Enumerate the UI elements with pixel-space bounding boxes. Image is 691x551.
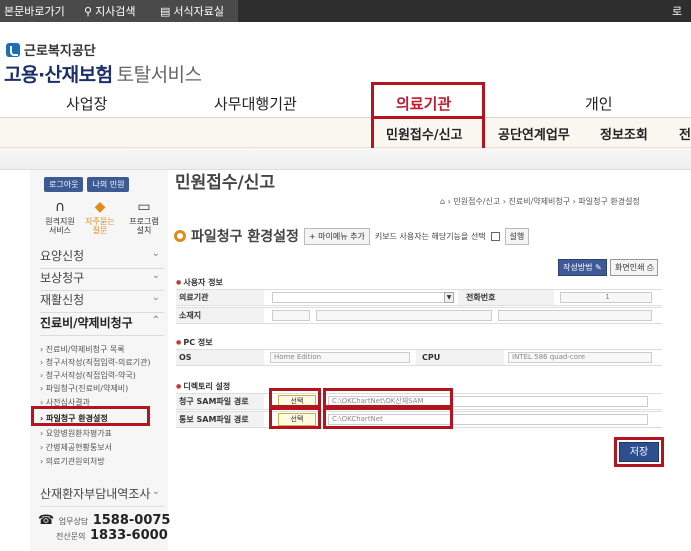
highlight-box-settings-menu <box>31 406 150 426</box>
pencil-icon: ✎ <box>595 263 602 272</box>
highlight-box-save <box>614 437 664 467</box>
submenu-claim-hospital[interactable]: › 청구서작성(직접입력-의료기관) <box>40 357 151 368</box>
forms-room-link[interactable]: ▤ 서식자료실 <box>160 3 224 19</box>
label-phone: 전화번호 <box>458 290 554 305</box>
label-address: 소재지 <box>176 308 264 323</box>
submenu-care-report[interactable]: › 간병제공현황통보서 <box>40 442 112 453</box>
sub-navigation: 민원접수/신고 공단연계업무 정보조회 전 <box>0 118 691 148</box>
zip-field[interactable] <box>272 310 310 321</box>
chevron-down-icon: ⌄ <box>151 270 160 281</box>
label-cpu: CPU <box>416 350 504 365</box>
contact-info: ☎ 업무상담 1588-0075 전산문의 1833-6000 <box>38 513 171 543</box>
submenu-outpatient-rx[interactable]: › 의료기관원외처방 <box>40 456 105 467</box>
nav-workplace[interactable]: 사업장 <box>66 93 107 114</box>
os-field: Home Edition <box>270 352 410 363</box>
label-medical-institution: 의료기관 <box>176 290 264 305</box>
row-medical-institution: 의료기관 ▼ 전화번호 1 <box>176 289 662 306</box>
skip-to-content-link[interactable]: 본문바로가기 <box>4 3 65 19</box>
page-title: 파일청구 환경설정 <box>191 229 299 245</box>
section-directory: 디렉토리 설정 <box>176 381 230 392</box>
menu-rehab-application[interactable]: 재활신청 ⌄ <box>40 291 164 313</box>
label-notice-path: 통보 SAM파일 경로 <box>176 412 264 427</box>
section-user-info: 사용자 정보 <box>176 277 223 288</box>
row-pc-info: OS Home Edition CPU INTEL 586 quad-core <box>176 349 662 366</box>
document-icon: ▤ <box>160 4 171 18</box>
menu-care-application[interactable]: 요양신청 ⌄ <box>40 247 164 269</box>
medical-institution-select[interactable] <box>272 292 454 303</box>
highlight-box-notice-select <box>269 407 321 429</box>
branch-search-link[interactable]: ⚲ 지사검색 <box>84 3 136 19</box>
title-bullet-icon <box>174 230 186 242</box>
chevron-up-icon: ⌃ <box>151 315 160 326</box>
cpu-field: INTEL 586 quad-core <box>508 352 652 363</box>
subnav-more[interactable]: 전 <box>679 124 691 143</box>
label-os: OS <box>176 350 264 365</box>
top-utility-bar: 본문바로가기 ⚲ 지사검색 ▤ 서식자료실 로그 <box>0 0 691 34</box>
headset-icon: ∩ <box>54 199 66 215</box>
guide-button[interactable]: 작성방법 ✎ <box>558 259 607 276</box>
quick-link-remote-support[interactable]: ∩ 원격지원 서비스 <box>40 200 80 235</box>
submenu-claim-list[interactable]: › 진료비/약제비청구 목록 <box>40 344 125 355</box>
quick-link-faq[interactable]: ◆ 자주묻는 질문 <box>80 200 120 235</box>
user-icon: ⚲ <box>84 4 93 18</box>
row-address: 소재지 <box>176 307 662 324</box>
highlight-box-notice-path <box>323 407 453 429</box>
nav-agency[interactable]: 사무대행기관 <box>214 93 297 114</box>
main-navigation: 사업장 사무대행기관 의료기관 개인 <box>0 88 691 118</box>
org-logo[interactable]: 근로복지공단 <box>6 40 96 59</box>
keyboard-hint: 키보드 사용자는 해당기능을 선택 <box>374 231 486 241</box>
phone-icon: ☎ <box>38 513 55 528</box>
highlight-box-claim-select <box>269 388 321 408</box>
menu-patient-cost-survey[interactable]: 산재환자부담내역조사 ⌄ <box>40 485 164 507</box>
nav-divider-stripe <box>0 148 691 170</box>
highlight-box-complaint <box>371 116 485 151</box>
my-complaints-button[interactable]: 나의 민원 <box>87 177 130 192</box>
nav-individual[interactable]: 개인 <box>585 93 613 114</box>
submenu-nursing-hospital[interactable]: › 요양병원환자평가표 <box>40 428 112 439</box>
subnav-info-lookup[interactable]: 정보조회 <box>600 124 648 143</box>
logout-button[interactable]: 로그아웃 <box>44 177 84 192</box>
keyboard-checkbox[interactable] <box>490 231 500 241</box>
monitor-icon: ▭ <box>137 199 151 215</box>
login-link[interactable]: 로그 <box>672 3 691 35</box>
printer-icon: ⎙ <box>647 263 654 272</box>
print-screen-button[interactable]: 화면인쇄 ⎙ <box>610 259 659 276</box>
submenu-claim-pharmacy[interactable]: › 청구서작성(직접입력-약국) <box>40 370 136 381</box>
breadcrumb: ⌂ › 민원접수/신고 › 진료비/약제비청구 › 파일청구 환경설정 <box>440 197 640 206</box>
comwel-logo-icon <box>6 42 20 57</box>
chevron-down-icon: ⌄ <box>151 292 160 303</box>
login-buttons: 로그아웃 나의 민원 <box>44 177 130 192</box>
address-field-1[interactable] <box>316 310 492 321</box>
submenu-file-claim[interactable]: › 파일청구(진료비/약제비) <box>40 383 128 394</box>
service-title[interactable]: 고용·산재보험 토탈서비스 <box>4 60 202 87</box>
menu-medical-fee-claim[interactable]: 진료비/약제비청구 ⌃ <box>40 314 164 336</box>
page-heading: 민원접수/신고 <box>175 173 276 193</box>
quick-link-program-install[interactable]: ▭ 프로그램 설치 <box>124 200 164 235</box>
home-icon[interactable]: ⌂ <box>440 197 445 206</box>
menu-compensation-claim[interactable]: 보상청구 ⌄ <box>40 269 164 291</box>
label-claim-path: 청구 SAM파일 경로 <box>176 394 264 409</box>
settings-button[interactable]: 설행 <box>504 227 530 245</box>
add-my-menu-button[interactable]: + 마이메뉴 추가 <box>303 227 370 245</box>
address-field-2[interactable] <box>498 310 652 321</box>
section-pc-info: PC 정보 <box>176 337 212 348</box>
subnav-linked-work[interactable]: 공단연계업무 <box>498 124 570 143</box>
chevron-down-icon: ⌄ <box>151 486 160 497</box>
phone-field[interactable]: 1 <box>560 292 652 303</box>
title-row: 파일청구 환경설정 + 마이메뉴 추가 키보드 사용자는 해당기능을 선택 설행 <box>174 226 530 246</box>
chevron-down-icon: ⌄ <box>151 248 160 259</box>
highlight-box-claim-path <box>323 388 453 408</box>
dropdown-arrow-icon[interactable]: ▼ <box>444 292 454 303</box>
chat-icon: ◆ <box>94 199 106 215</box>
